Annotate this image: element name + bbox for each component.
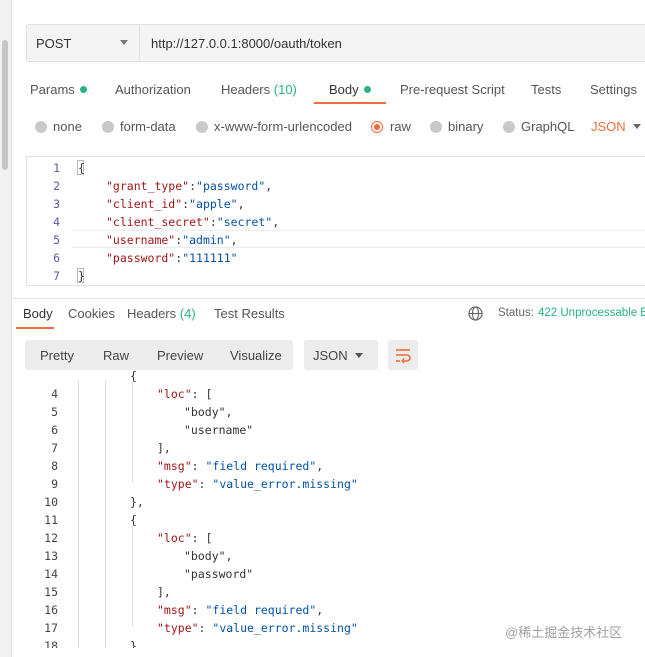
code-line: ], <box>157 585 171 599</box>
tab-params[interactable]: Params <box>30 82 87 97</box>
code-line: { <box>130 513 137 527</box>
code-line: "msg": "field required", <box>157 603 324 617</box>
line-number: 4 <box>53 215 60 229</box>
view-visualize-button[interactable]: Visualize <box>230 348 282 363</box>
radio-form-data-label[interactable]: form-data <box>120 119 176 134</box>
line-number: 6 <box>51 423 58 437</box>
line-number: 15 <box>44 585 58 599</box>
tab-settings[interactable]: Settings <box>590 82 637 97</box>
indent-guide <box>132 526 133 626</box>
view-pretty-button[interactable]: Pretty <box>40 348 74 363</box>
sidebar-scroll-thumb[interactable] <box>2 40 8 170</box>
indent-guide <box>78 380 79 648</box>
tab-body[interactable]: Body <box>329 82 371 97</box>
url-text[interactable]: http://127.0.0.1:8000/oauth/token <box>151 36 342 51</box>
radio-urlencoded[interactable] <box>196 121 208 133</box>
chevron-down-icon[interactable] <box>355 353 363 358</box>
line-number: 3 <box>53 197 60 211</box>
radio-graphql[interactable] <box>503 121 515 133</box>
code-line: "grant_type":"password", <box>106 179 273 193</box>
resp-tab-test-results[interactable]: Test Results <box>214 306 285 321</box>
line-number: 4 <box>51 387 58 401</box>
code-line: "body", <box>184 405 233 419</box>
radio-urlencoded-label[interactable]: x-www-form-urlencoded <box>214 119 352 134</box>
globe-icon[interactable] <box>468 306 483 321</box>
radio-binary-label[interactable]: binary <box>448 119 483 134</box>
code-line: "type": "value_error.missing" <box>157 621 358 635</box>
active-tab-indicator <box>314 102 386 104</box>
pane-divider[interactable] <box>11 298 645 299</box>
radio-form-data[interactable] <box>102 121 114 133</box>
chevron-down-icon[interactable] <box>633 124 641 129</box>
code-line: "type": "value_error.missing" <box>157 477 358 491</box>
wrap-icon <box>396 349 411 364</box>
resp-tab-body[interactable]: Body <box>23 306 53 321</box>
line-number: 2 <box>53 179 60 193</box>
code-line: } <box>78 269 85 283</box>
headers-count: (10) <box>273 82 297 97</box>
line-number: 11 <box>44 513 58 527</box>
active-tab-indicator <box>16 327 54 329</box>
code-line: "username" <box>184 423 254 437</box>
status-label: Status: <box>498 307 534 319</box>
radio-binary[interactable] <box>430 121 442 133</box>
radio-raw-label[interactable]: raw <box>390 119 411 134</box>
line-number: 9 <box>51 477 58 491</box>
response-format-label: JSON <box>313 348 348 363</box>
resp-headers-count: (4) <box>179 306 196 321</box>
code-line: "loc": [ <box>157 531 213 545</box>
line-number: 5 <box>51 405 58 419</box>
resp-tab-cookies[interactable]: Cookies <box>68 306 115 321</box>
line-number: 7 <box>51 441 58 455</box>
resp-tab-headers[interactable]: Headers (4) <box>127 306 196 321</box>
status-badge[interactable]: 422 Unprocessable E <box>538 307 645 319</box>
tab-pre-request-script[interactable]: Pre-request Script <box>400 82 505 97</box>
line-number: 17 <box>44 621 58 635</box>
line-number: 18 <box>44 639 58 648</box>
line-number: 13 <box>44 549 58 563</box>
radio-graphql-label[interactable]: GraphQL <box>521 119 574 134</box>
indent-guide <box>105 380 106 648</box>
code-line: "password" <box>184 567 254 581</box>
radio-none-label[interactable]: none <box>53 119 82 134</box>
line-number: 12 <box>44 531 58 545</box>
code-line: }, <box>130 495 144 509</box>
code-line: ], <box>157 441 171 455</box>
indent-guide <box>132 382 133 482</box>
code-line: "client_id":"apple", <box>106 197 245 211</box>
code-line: "body", <box>184 549 233 563</box>
code-line-partial: { <box>130 369 137 383</box>
line-number: 10 <box>44 495 58 509</box>
code-line: { <box>78 161 85 175</box>
line-number: 8 <box>51 459 58 473</box>
body-format-select[interactable]: JSON <box>591 119 626 134</box>
code-line: } <box>130 639 137 648</box>
tab-authorization[interactable]: Authorization <box>115 82 191 97</box>
line-number: 7 <box>53 269 60 283</box>
code-line: "password":"111111" <box>106 251 238 265</box>
tab-tests[interactable]: Tests <box>531 82 561 97</box>
code-line: "loc": [ <box>157 387 213 401</box>
status-dot-icon <box>363 86 371 93</box>
status-dot-icon <box>79 86 87 93</box>
line-number: 5 <box>53 233 60 247</box>
line-number: 6 <box>53 251 60 265</box>
line-number: 14 <box>44 567 58 581</box>
line-number: 1 <box>53 161 60 175</box>
view-raw-button[interactable]: Raw <box>103 348 129 363</box>
line-number: 16 <box>44 603 58 617</box>
watermark: @稀土掘金技术社区 <box>505 625 623 640</box>
code-line: "client_secret":"secret", <box>106 215 280 229</box>
view-preview-button[interactable]: Preview <box>157 348 203 363</box>
code-line: "username":"admin", <box>106 233 238 247</box>
chevron-down-icon[interactable] <box>120 40 128 45</box>
method-label: POST <box>36 36 72 51</box>
tab-headers[interactable]: Headers (10) <box>221 82 297 97</box>
code-line: "msg": "field required", <box>157 459 324 473</box>
radio-none[interactable] <box>35 121 47 133</box>
radio-raw[interactable] <box>371 121 383 133</box>
